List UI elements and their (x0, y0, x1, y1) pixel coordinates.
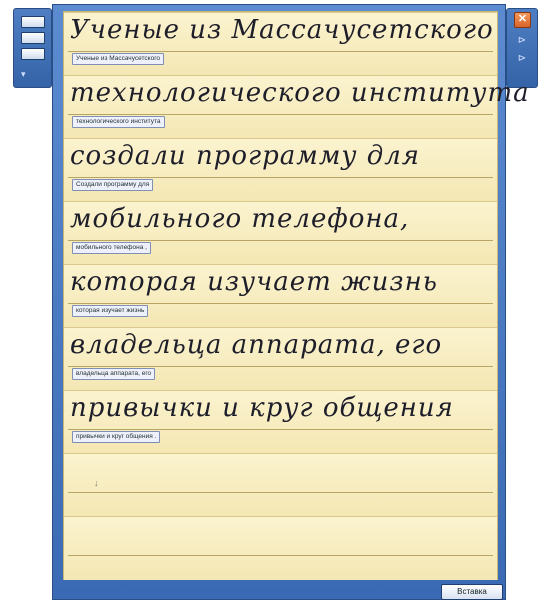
writing-row[interactable]: технологического института технологическо… (64, 75, 529, 139)
baseline (68, 177, 493, 178)
insert-button[interactable]: Вставка (441, 584, 503, 600)
baseline (68, 555, 493, 556)
writing-pad-mode-button[interactable] (21, 32, 45, 44)
writing-row[interactable]: владельца аппарата, его владельца аппарат… (64, 327, 497, 391)
recognized-text-tip[interactable]: Создали программу для (72, 179, 154, 191)
writing-row[interactable]: мобильного телефона, мобильного телефона … (64, 201, 497, 265)
handwritten-ink: привычки и круг общения (70, 393, 454, 423)
baseline (68, 429, 493, 430)
recognized-text-tip[interactable]: которая изучает жизнь (72, 305, 149, 317)
writing-row[interactable]: создали программу для Создали программу д… (64, 138, 497, 202)
handwritten-ink: которая изучает жизнь (70, 267, 438, 297)
recognized-text-tip[interactable]: владельца аппарата, его (72, 368, 156, 380)
recognized-text-tip[interactable]: технологического института (72, 116, 165, 128)
options-menu-icon[interactable]: ▾ (21, 69, 26, 80)
handwritten-ink: технологического института (70, 78, 530, 108)
recognized-text-tip[interactable]: мобильного телефона , (72, 242, 151, 254)
writing-row[interactable]: которая изучает жизнь которая изучает жиз… (64, 264, 497, 328)
baseline (68, 492, 493, 493)
recognized-text-tip[interactable]: привычки и круг общения . (72, 431, 161, 443)
writing-row[interactable]: привычки и круг общения привычки и круг о… (64, 390, 497, 454)
writing-row[interactable]: Ученые из Массачусетского Ученые из Масса… (64, 12, 497, 76)
character-pad-mode-button[interactable] (21, 48, 45, 60)
handwritten-ink: создали программу для (70, 141, 420, 171)
writing-row[interactable] (64, 516, 497, 580)
baseline (68, 240, 493, 241)
baseline (68, 366, 493, 367)
keyboard-mode-button[interactable] (21, 16, 45, 28)
handwriting-panel: Ученые из Массачусетского Ученые из Масса… (52, 4, 529, 600)
handwritten-ink: владельца аппарата, его (70, 330, 443, 360)
tool-arrow-icon[interactable]: ⊳ (514, 35, 530, 47)
ink-dot: ↓ (94, 478, 99, 488)
right-toolbar: ✕ ⊳ ⊳ (506, 8, 538, 88)
close-button[interactable]: ✕ (514, 12, 531, 28)
baseline (68, 114, 493, 115)
baseline (68, 303, 493, 304)
handwritten-ink: Ученые из Массачусетского (70, 15, 494, 45)
tool-arrow-icon[interactable]: ⊳ (514, 53, 530, 65)
writing-row[interactable]: ↓ (64, 453, 497, 517)
handwritten-ink: мобильного телефона, (70, 204, 410, 234)
writing-pad[interactable]: Ученые из Массачусетского Ученые из Масса… (63, 11, 529, 580)
recognized-text-tip[interactable]: Ученые из Массачусетского (72, 53, 165, 65)
left-toolbar: ▾ (13, 8, 52, 88)
baseline (68, 51, 493, 52)
